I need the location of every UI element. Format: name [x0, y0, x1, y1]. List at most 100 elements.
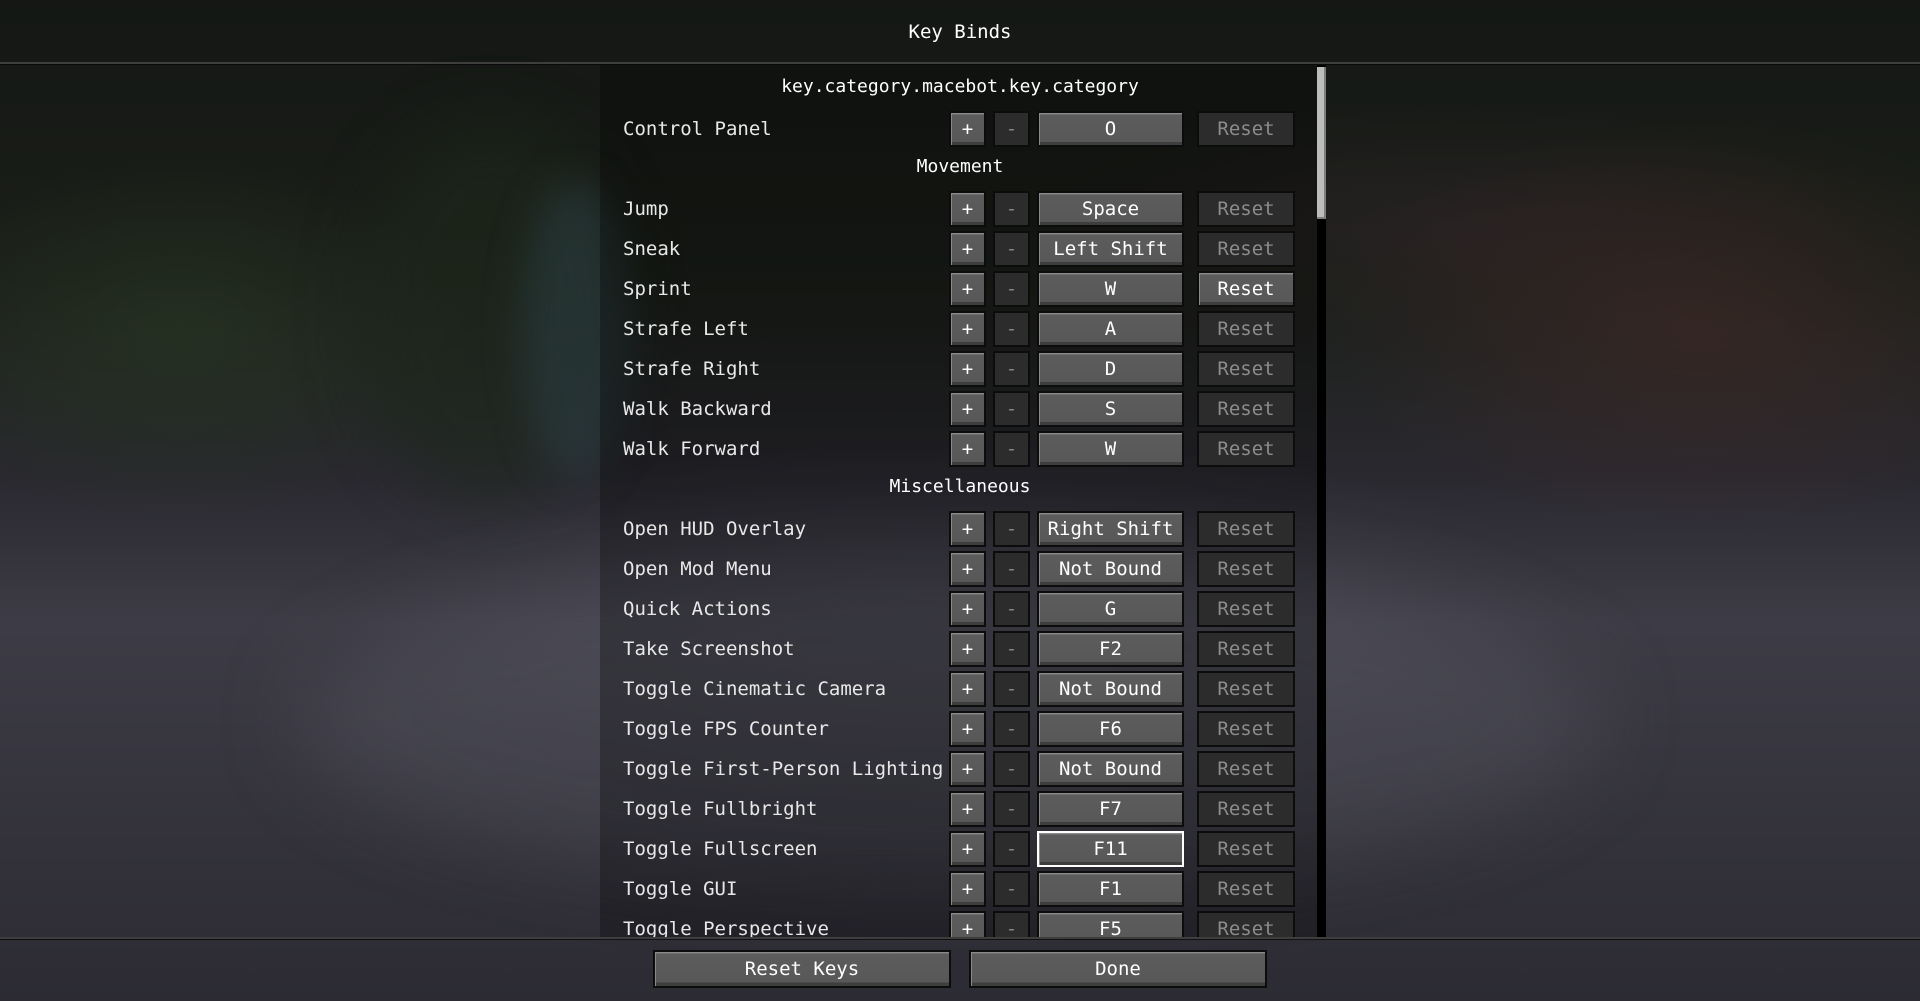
keybind-label: Jump	[623, 198, 669, 220]
keybind-label: Strafe Left	[623, 318, 749, 340]
key-binding-button[interactable]: G	[1037, 591, 1184, 627]
keybind-label: Open Mod Menu	[623, 558, 772, 580]
reset-binding-button[interactable]: Reset	[1197, 311, 1295, 347]
key-binding-button[interactable]: F2	[1037, 631, 1184, 667]
remove-key-button[interactable]: -	[993, 351, 1030, 387]
key-binding-button[interactable]: F5	[1037, 911, 1184, 937]
remove-key-button[interactable]: -	[993, 631, 1030, 667]
remove-key-button[interactable]: -	[993, 831, 1030, 867]
key-binding-button[interactable]: D	[1037, 351, 1184, 387]
add-key-button[interactable]: +	[949, 231, 986, 267]
key-binding-button[interactable]: Not Bound	[1037, 751, 1184, 787]
remove-key-button[interactable]: -	[993, 871, 1030, 907]
screen-title: Key Binds	[908, 21, 1012, 43]
add-key-button[interactable]: +	[949, 391, 986, 427]
add-key-button[interactable]: +	[949, 671, 986, 707]
category-header-movement: Movement	[916, 156, 1004, 177]
add-key-button[interactable]: +	[949, 591, 986, 627]
done-button[interactable]: Done	[969, 950, 1267, 988]
add-key-button[interactable]: +	[949, 551, 986, 587]
remove-key-button[interactable]: -	[993, 551, 1030, 587]
remove-key-button[interactable]: -	[993, 431, 1030, 467]
add-key-button[interactable]: +	[949, 111, 986, 147]
key-binding-button[interactable]: Not Bound	[1037, 671, 1184, 707]
add-key-button[interactable]: +	[949, 271, 986, 307]
key-binding-button[interactable]: Space	[1037, 191, 1184, 227]
remove-key-button[interactable]: -	[993, 191, 1030, 227]
scrollbar-thumb[interactable]	[1317, 67, 1326, 219]
add-key-button[interactable]: +	[949, 511, 986, 547]
key-binding-button[interactable]: Right Shift	[1037, 511, 1184, 547]
reset-binding-button[interactable]: Reset	[1197, 431, 1295, 467]
key-binding-button[interactable]: W	[1037, 431, 1184, 467]
keybind-label: Toggle Cinematic Camera	[623, 678, 887, 700]
key-binding-button[interactable]: O	[1037, 111, 1184, 147]
reset-binding-button[interactable]: Reset	[1197, 551, 1295, 587]
reset-binding-button[interactable]: Reset	[1197, 231, 1295, 267]
remove-key-button[interactable]: -	[993, 591, 1030, 627]
keybind-row: Quick Actions + - G Reset	[0, 591, 1920, 627]
remove-key-button[interactable]: -	[993, 711, 1030, 747]
add-key-button[interactable]: +	[949, 191, 986, 227]
keybind-label: Sneak	[623, 238, 681, 260]
add-key-button[interactable]: +	[949, 311, 986, 347]
keybind-row: Open Mod Menu + - Not Bound Reset	[0, 551, 1920, 587]
keybind-label: Control Panel	[623, 118, 772, 140]
remove-key-button[interactable]: -	[993, 311, 1030, 347]
remove-key-button[interactable]: -	[993, 751, 1030, 787]
remove-key-button[interactable]: -	[993, 671, 1030, 707]
key-binding-button[interactable]: Left Shift	[1037, 231, 1184, 267]
keybind-row: Toggle GUI + - F1 Reset	[0, 871, 1920, 907]
remove-key-button[interactable]: -	[993, 791, 1030, 827]
reset-binding-button[interactable]: Reset	[1197, 191, 1295, 227]
remove-key-button[interactable]: -	[993, 111, 1030, 147]
remove-key-button[interactable]: -	[993, 231, 1030, 267]
reset-binding-button[interactable]: Reset	[1197, 911, 1295, 937]
reset-binding-button[interactable]: Reset	[1197, 111, 1295, 147]
key-binding-button[interactable]: S	[1037, 391, 1184, 427]
add-key-button[interactable]: +	[949, 871, 986, 907]
reset-binding-button[interactable]: Reset	[1197, 351, 1295, 387]
add-key-button[interactable]: +	[949, 831, 986, 867]
reset-binding-button[interactable]: Reset	[1197, 271, 1295, 307]
reset-binding-button[interactable]: Reset	[1197, 831, 1295, 867]
remove-key-button[interactable]: -	[993, 511, 1030, 547]
add-key-button[interactable]: +	[949, 351, 986, 387]
key-binding-button[interactable]: F1	[1037, 871, 1184, 907]
keybind-row: Toggle Perspective + - F5 Reset	[0, 911, 1920, 937]
reset-binding-button[interactable]: Reset	[1197, 751, 1295, 787]
keybind-row: Walk Forward + - W Reset	[0, 431, 1920, 467]
keybind-list[interactable]: key.category.macebot.key.category Contro…	[0, 65, 1920, 937]
category-header-macebot: key.category.macebot.key.category	[781, 76, 1139, 97]
add-key-button[interactable]: +	[949, 911, 986, 937]
category-header-miscellaneous: Miscellaneous	[889, 476, 1031, 497]
reset-binding-button[interactable]: Reset	[1197, 671, 1295, 707]
keybind-row: Walk Backward + - S Reset	[0, 391, 1920, 427]
key-binding-button[interactable]: F6	[1037, 711, 1184, 747]
add-key-button[interactable]: +	[949, 631, 986, 667]
keybind-label: Toggle FPS Counter	[623, 718, 829, 740]
key-binding-button[interactable]: F11	[1037, 831, 1184, 867]
reset-binding-button[interactable]: Reset	[1197, 871, 1295, 907]
remove-key-button[interactable]: -	[993, 271, 1030, 307]
remove-key-button[interactable]: -	[993, 391, 1030, 427]
reset-keys-button[interactable]: Reset Keys	[653, 950, 951, 988]
reset-binding-button[interactable]: Reset	[1197, 511, 1295, 547]
remove-key-button[interactable]: -	[993, 911, 1030, 937]
reset-binding-button[interactable]: Reset	[1197, 631, 1295, 667]
reset-binding-button[interactable]: Reset	[1197, 711, 1295, 747]
add-key-button[interactable]: +	[949, 751, 986, 787]
key-binding-button[interactable]: F7	[1037, 791, 1184, 827]
add-key-button[interactable]: +	[949, 431, 986, 467]
keybind-row: Sprint + - W Reset	[0, 271, 1920, 307]
add-key-button[interactable]: +	[949, 711, 986, 747]
key-binding-button[interactable]: W	[1037, 271, 1184, 307]
reset-binding-button[interactable]: Reset	[1197, 391, 1295, 427]
key-binding-button[interactable]: Not Bound	[1037, 551, 1184, 587]
add-key-button[interactable]: +	[949, 791, 986, 827]
keybind-row: Sneak + - Left Shift Reset	[0, 231, 1920, 267]
reset-binding-button[interactable]: Reset	[1197, 591, 1295, 627]
key-binding-button[interactable]: A	[1037, 311, 1184, 347]
keybind-label: Toggle First-Person Lighting	[623, 758, 944, 780]
reset-binding-button[interactable]: Reset	[1197, 791, 1295, 827]
